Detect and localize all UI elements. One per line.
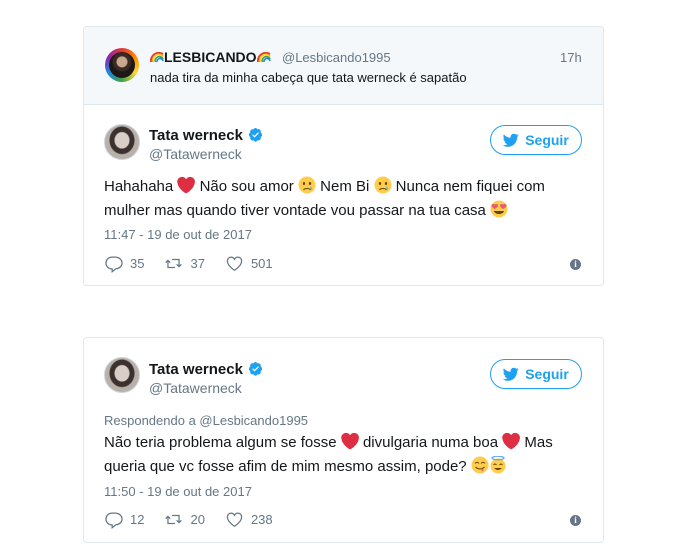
follow-button[interactable]: Seguir [490,359,582,389]
avatar[interactable] [105,48,139,82]
handle[interactable]: @Tatawerneck [149,146,242,162]
verified-icon [248,361,263,376]
red-heart-emoji [177,176,195,194]
rainbow-flag-icon [256,50,271,63]
twitter-bird-icon [503,366,519,382]
like-button[interactable]: 501 [225,254,273,273]
avatar[interactable] [104,124,140,160]
info-icon[interactable]: i [570,259,581,270]
quoted-tweet[interactable]: LESBICANDO @Lesbicando1995 17h nada tira… [84,27,603,105]
red-heart-emoji [341,432,359,450]
handle[interactable]: @Tatawerneck [149,380,242,396]
replying-to[interactable]: Respondendo a @Lesbicando1995 [104,413,308,428]
retweet-icon [165,514,183,525]
reply-icon [105,512,123,529]
verified-icon [248,127,263,142]
like-button[interactable]: 238 [225,510,273,529]
heart-eyes-emoji [490,200,508,218]
quoted-timestamp[interactable]: 17h [560,50,582,65]
follow-button[interactable]: Seguir [490,125,582,155]
tweet-text: Não teria problema algum se fosse divulg… [104,432,553,475]
reply-button[interactable]: 35 [104,254,144,273]
rainbow-flag-icon [150,50,164,63]
display-name[interactable]: Tata werneck [149,361,263,378]
tweet-actions: 12 20 238 [104,510,293,529]
quoted-text: nada tira da minha cabeça que tata werne… [150,70,467,85]
crying-face-emoji [374,176,392,194]
tweet-card-2: Tata werneck @Tatawerneck Seguir Respond… [83,337,604,543]
reply-icon [105,256,123,273]
retweet-button[interactable]: 37 [164,254,205,273]
tweet-timestamp[interactable]: 11:50 - 19 de out de 2017 [104,484,252,499]
retweet-button[interactable]: 20 [164,510,205,529]
display-name[interactable]: Tata werneck [149,127,263,144]
quoted-display-name[interactable]: LESBICANDO [150,49,271,65]
retweet-icon [165,258,183,269]
quoted-handle[interactable]: @Lesbicando1995 [282,50,391,65]
tweet-timestamp[interactable]: 11:47 - 19 de out de 2017 [104,227,252,242]
like-icon [226,256,243,271]
tweet-text: Hahahaha Não sou amor Nem Bi Nunca nem f… [104,176,545,219]
like-icon [226,512,243,527]
smiling-halo-emoji [489,456,507,474]
avatar[interactable] [104,357,140,393]
reply-button[interactable]: 12 [104,510,144,529]
tweet-actions: 35 37 501 [104,254,293,273]
crying-face-emoji [298,176,316,194]
yum-face-emoji [471,456,489,474]
red-heart-emoji [502,432,520,450]
tweet-card-1: LESBICANDO @Lesbicando1995 17h nada tira… [83,26,604,286]
twitter-bird-icon [503,132,519,148]
info-icon[interactable]: i [570,515,581,526]
